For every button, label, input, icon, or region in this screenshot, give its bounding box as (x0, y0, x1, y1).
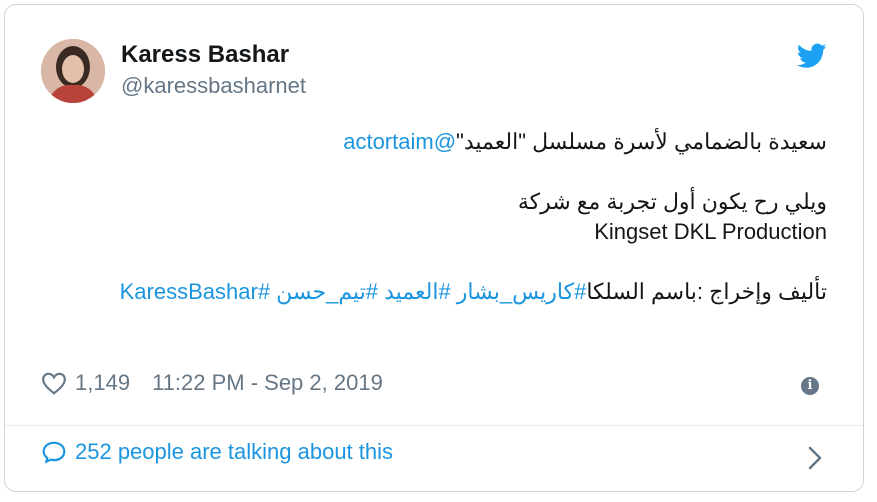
tweet-line-2: ويلي رح يكون أول تجربة مع شركة (517, 189, 827, 214)
chevron-right-icon[interactable] (807, 445, 823, 471)
like-count[interactable]: 1,149 (75, 370, 130, 396)
tweet-line-3: Kingset DKL Production (594, 219, 827, 244)
heart-icon[interactable] (41, 371, 67, 395)
tweet-line-1-text: سعيدة بالضمامي لأسرة مسلسل "العميد" (456, 129, 827, 154)
mention-link[interactable]: @actortaim (343, 129, 456, 154)
info-icon[interactable]: i (801, 377, 819, 395)
twitter-bird-icon[interactable] (797, 43, 827, 69)
divider (5, 425, 863, 426)
conversation-link[interactable]: 252 people are talking about this (41, 439, 393, 465)
tweet-line-4: تأليف وإخراج :باسم السلكا#كاريس_بشار #ال… (67, 277, 827, 307)
tweet-card: Karess Bashar @karessbasharnet سعيدة بال… (4, 4, 864, 492)
speech-bubble-icon (42, 441, 66, 464)
tweet-line-4-text: تأليف وإخراج :باسم السلكا (586, 279, 827, 304)
avatar-image (41, 39, 105, 103)
conversation-count: 252 people are talking about this (75, 439, 394, 464)
author-handle[interactable]: @karessbasharnet (121, 73, 306, 99)
tweet-line-1: سعيدة بالضمامي لأسرة مسلسل "العميد"@acto… (67, 127, 827, 157)
tweet-meta: 1,149 11:22 PM - Sep 2, 2019 (41, 370, 383, 396)
avatar[interactable] (41, 39, 105, 103)
hashtag-links[interactable]: #كاريس_بشار #العميد #تيم_حسن #KaressBash… (120, 279, 587, 304)
tweet-text: سعيدة بالضمامي لأسرة مسلسل "العميد"@acto… (67, 127, 827, 307)
author-name[interactable]: Karess Bashar (121, 41, 289, 69)
timestamp[interactable]: 11:22 PM - Sep 2, 2019 (152, 370, 383, 396)
